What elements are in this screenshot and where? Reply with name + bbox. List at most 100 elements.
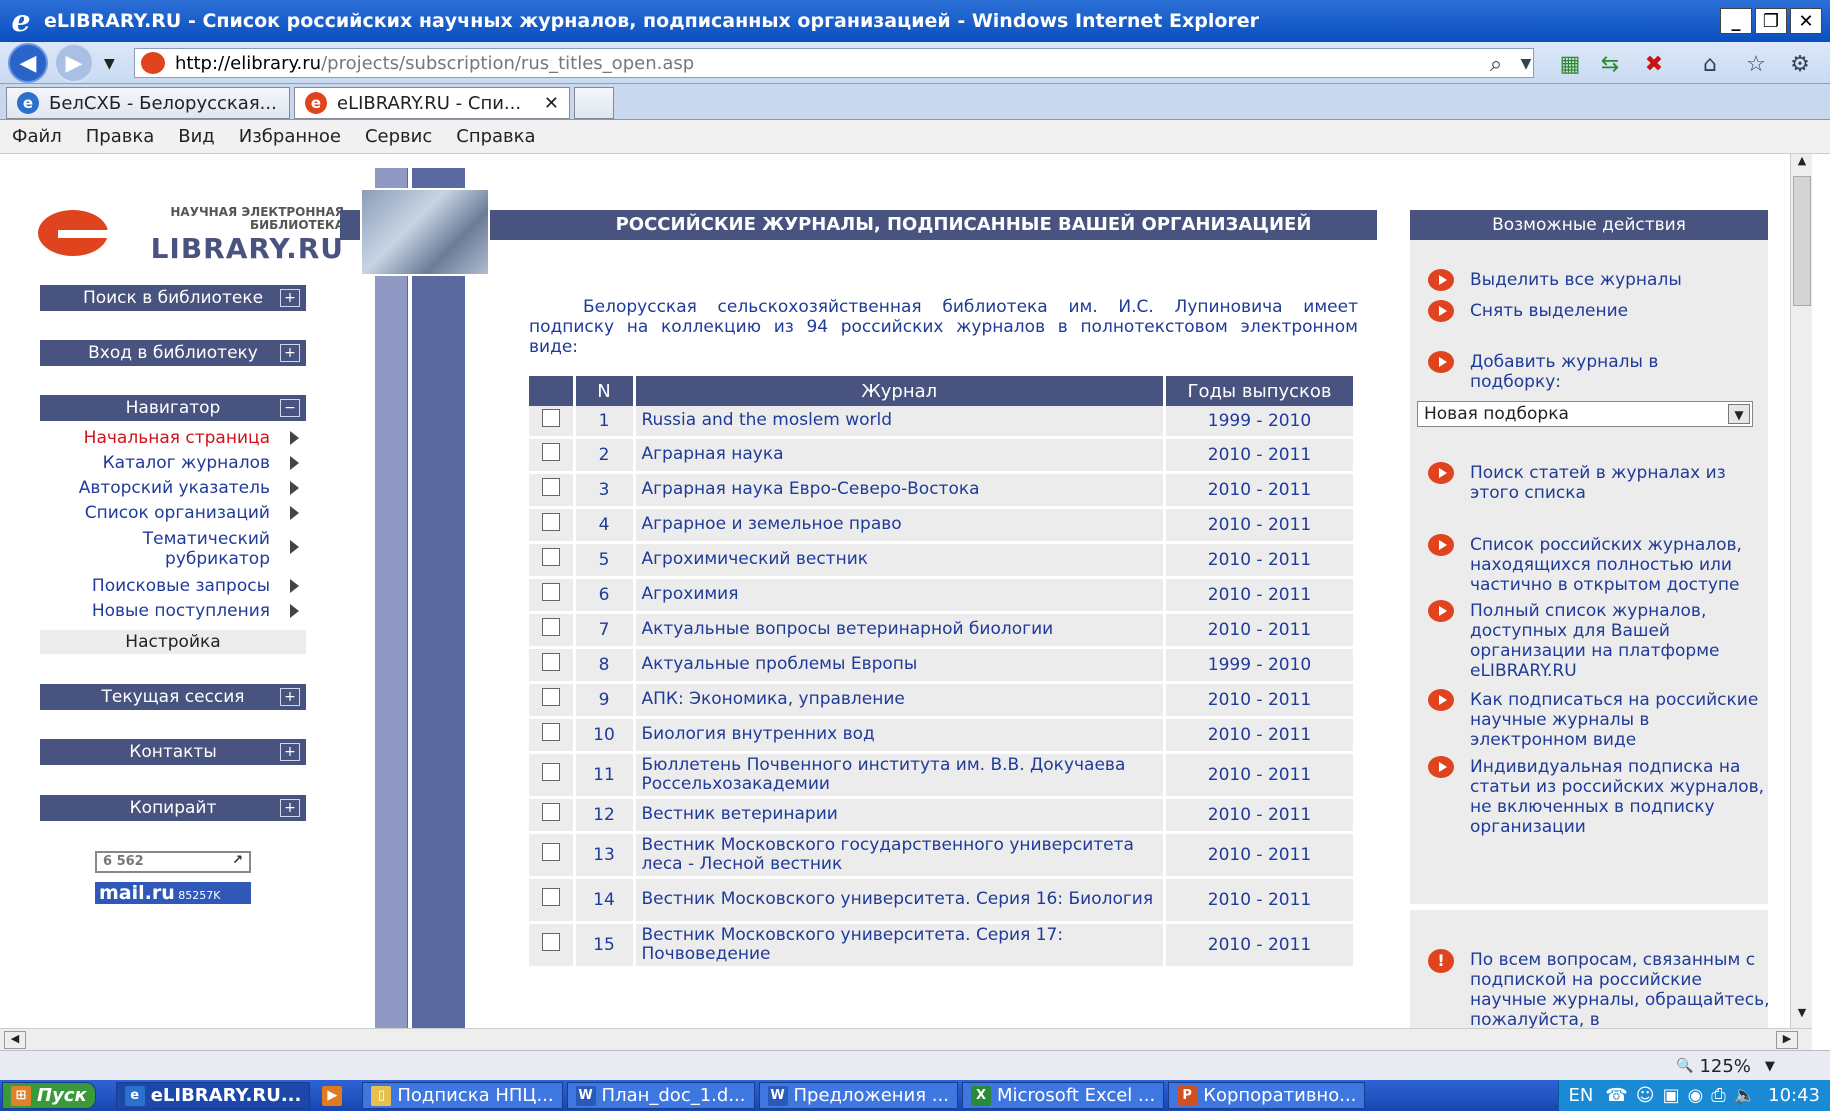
tab-elibrary[interactable]: e eLIBRARY.RU - Спи... ✕ [294,87,570,119]
journal-link[interactable]: Аграрная наука [634,437,1166,474]
scroll-right-icon[interactable]: ▶ [1776,1031,1798,1049]
journal-link[interactable]: Агрохимический вестник [634,542,1166,579]
close-tab-icon[interactable]: ✕ [544,93,559,114]
col-years[interactable]: Годы выпусков [1164,376,1356,406]
address-dropdown-icon[interactable]: ▼ [1512,50,1540,78]
journal-link[interactable]: Вестник ветеринарии [634,797,1166,834]
row-checkbox[interactable] [541,688,560,706]
language-indicator[interactable]: EN [1569,1085,1594,1106]
expand-icon[interactable]: + [280,799,300,817]
minimize-button[interactable]: _ [1720,8,1752,34]
antivirus-icon[interactable]: ☺ [1636,1085,1655,1106]
new-tab-button[interactable] [574,87,614,119]
scroll-up-icon[interactable]: ▲ [1793,154,1811,174]
select-all-link[interactable]: Выделить все журналы [1470,270,1770,290]
journal-link[interactable]: Аграрное и земельное право [634,507,1166,544]
nav-rubricator[interactable]: рубрикатор [165,549,270,569]
vertical-scrollbar[interactable]: ▲ ▼ [1790,154,1812,1028]
refresh-icon[interactable]: ⇆ [1596,50,1624,78]
volume-icon[interactable]: 🔈 [1734,1085,1756,1106]
row-checkbox[interactable] [541,409,560,428]
menu-favorites[interactable]: Избранное [239,126,341,147]
favorites-star-icon[interactable]: ☆ [1742,50,1770,78]
copyright-button[interactable]: Копирайт + [40,795,306,821]
task-word-proposals[interactable]: W Предложения ... [758,1082,958,1109]
col-n[interactable]: N [574,376,636,406]
expand-icon[interactable]: + [280,289,300,307]
history-dropdown-icon[interactable]: ▼ [104,56,115,72]
journal-link[interactable]: Бюллетень Почвенного института им. В.В. … [634,752,1166,799]
row-checkbox[interactable] [541,478,560,496]
compatibility-icon[interactable]: ▦ [1556,50,1584,78]
journal-link[interactable]: Актуальные проблемы Европы [634,647,1166,684]
nav-settings[interactable]: Настройка [40,630,306,654]
printer-icon[interactable]: ⎙ [1711,1085,1725,1106]
search-library-button[interactable]: Поиск в библиотеке + [40,285,306,311]
deselect-link[interactable]: Снять выделение [1470,301,1770,321]
update-icon[interactable]: ◉ [1688,1085,1704,1106]
journal-link[interactable]: Вестник Московского университета. Серия … [634,922,1166,969]
elibrary-logo[interactable]: НАУЧНАЯ ЭЛЕКТРОННАЯ БИБЛИОТЕКА LIBRARY.R… [38,204,344,265]
start-button[interactable]: ⊞ Пуск [2,1082,96,1109]
row-checkbox[interactable] [541,888,560,906]
tools-gear-icon[interactable]: ⚙ [1786,50,1814,78]
nav-organizations[interactable]: Список организаций [85,503,270,523]
nav-author-index[interactable]: Авторский указатель [79,478,270,498]
task-word-plan[interactable]: W План_doc_1.d... [566,1082,755,1109]
row-checkbox[interactable] [541,513,560,531]
journal-link[interactable]: Russia and the moslem world [634,406,1166,439]
journal-link[interactable]: Аграрная наука Евро-Северо-Востока [634,472,1166,509]
restore-button[interactable]: ❐ [1755,8,1787,34]
col-journal[interactable]: Журнал [634,376,1166,406]
mailru-counter[interactable]: mail.ru 85257K [95,882,251,904]
journal-link[interactable]: Вестник Московского университета. Серия … [634,877,1166,924]
stop-icon[interactable]: ✖ [1640,50,1668,78]
nav-home[interactable]: Начальная страница [84,428,270,448]
visit-counter[interactable]: 6 562 ↗ [95,851,251,873]
network-icon[interactable]: ☎ [1605,1085,1627,1106]
task-powerpoint[interactable]: P Корпоративно... [1168,1082,1366,1109]
scroll-left-icon[interactable]: ◀ [4,1031,26,1049]
task-elibrary[interactable]: e eLIBRARY.RU... [115,1082,311,1109]
monitor-icon[interactable]: ▣ [1663,1085,1680,1106]
horizontal-scrollbar[interactable]: ◀ ▶ [0,1028,1812,1050]
forward-button[interactable]: ▶ [54,43,94,83]
search-icon[interactable]: ⌕ [1482,50,1510,78]
how-subscribe-link[interactable]: Как подписаться на российские научные жу… [1470,690,1760,750]
search-articles-link[interactable]: Поиск статей в журналах из этого списка [1470,463,1750,503]
nav-new-arrivals[interactable]: Новые поступления [92,601,270,621]
menu-file[interactable]: Файл [12,126,62,147]
journal-link[interactable]: АПК: Экономика, управление [634,682,1166,719]
chevron-down-icon[interactable]: ▼ [1765,1059,1775,1074]
full-list-link[interactable]: Полный список журналов, доступных для Ва… [1470,601,1740,681]
row-checkbox[interactable] [541,843,560,861]
individual-subscription-link[interactable]: Индивидуальная подписка на статьи из рос… [1470,757,1770,837]
collapse-icon[interactable]: − [280,399,300,417]
row-checkbox[interactable] [541,723,560,741]
expand-icon[interactable]: + [280,344,300,362]
row-checkbox[interactable] [541,763,560,781]
open-access-link[interactable]: Список российских журналов, находящихся … [1470,535,1770,595]
chevron-down-icon[interactable]: ▼ [1728,404,1750,424]
journal-link[interactable]: Биология внутренних вод [634,717,1166,754]
login-library-button[interactable]: Вход в библиотеку + [40,340,306,366]
row-checkbox[interactable] [541,618,560,636]
media-icon[interactable]: ▶ [322,1085,343,1106]
row-checkbox[interactable] [541,933,560,951]
journal-link[interactable]: Актуальные вопросы ветеринарной биологии [634,612,1166,649]
back-button[interactable]: ◀ [8,43,48,83]
journal-link[interactable]: Агрохимия [634,577,1166,614]
nav-thematic[interactable]: Тематический [143,529,270,549]
journal-link[interactable]: Вестник Московского государственного уни… [634,832,1166,879]
task-excel[interactable]: X Microsoft Excel ... [961,1082,1165,1109]
close-window-button[interactable]: ✕ [1790,8,1822,34]
home-icon[interactable]: ⌂ [1696,50,1724,78]
expand-icon[interactable]: + [280,688,300,706]
row-checkbox[interactable] [541,803,560,821]
collection-select[interactable]: Новая подборка ▼ [1417,401,1753,427]
nav-search-queries[interactable]: Поисковые запросы [92,576,270,596]
menu-view[interactable]: Вид [178,126,215,147]
address-field[interactable]: http://elibrary.ru/projects/subscription… [134,48,1534,78]
current-session-button[interactable]: Текущая сессия + [40,684,306,710]
row-checkbox[interactable] [541,583,560,601]
